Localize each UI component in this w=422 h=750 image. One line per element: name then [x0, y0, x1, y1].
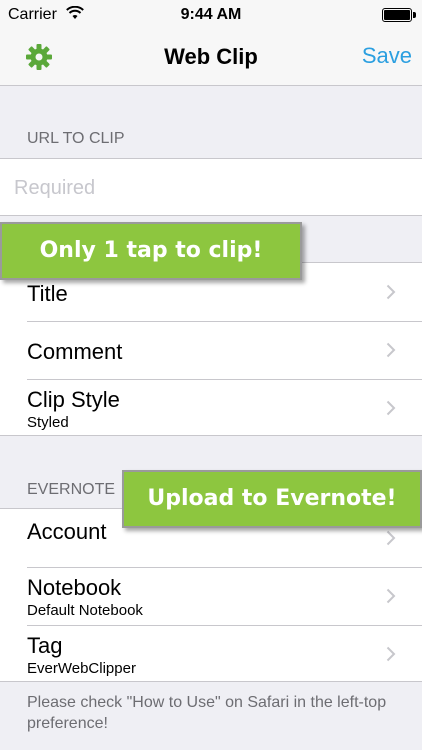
url-input[interactable] — [14, 173, 404, 203]
row-comment[interactable]: Comment — [0, 321, 422, 379]
chevron-right-icon — [386, 284, 396, 300]
row-clip-style-label: Clip Style — [27, 387, 120, 412]
row-title-label: Title — [27, 281, 68, 306]
chevron-right-icon — [386, 342, 396, 358]
footer-note: Please check "How to Use" on Safari in t… — [27, 694, 387, 732]
row-clip-style-detail: Styled — [27, 414, 69, 431]
row-notebook-detail: Default Notebook — [27, 602, 143, 619]
status-bar: Carrier 9:44 AM — [0, 0, 422, 30]
chevron-right-icon — [386, 400, 396, 416]
row-clip-style[interactable]: Clip Style Styled — [0, 379, 422, 437]
chevron-right-icon — [386, 530, 396, 546]
row-account-label: Account — [27, 519, 107, 544]
section-header-url: URL TO CLIP — [27, 130, 125, 147]
row-notebook-label: Notebook — [27, 575, 122, 600]
url-group — [0, 158, 422, 216]
row-notebook[interactable]: Notebook Default Notebook — [0, 567, 422, 625]
promo-banner-tap: Only 1 tap to clip! — [0, 222, 302, 280]
promo-banner-upload: Upload to Evernote! — [122, 470, 422, 528]
status-time: 9:44 AM — [180, 6, 242, 23]
evernote-group: Account Notebook Default Notebook Tag Ev… — [0, 508, 422, 682]
chevron-right-icon — [386, 588, 396, 604]
save-button[interactable]: Save — [362, 43, 412, 69]
row-tag-label: Tag — [27, 633, 63, 658]
nav-title: Web Clip — [164, 44, 258, 69]
battery-icon — [382, 8, 416, 22]
row-tag[interactable]: Tag EverWebClipper — [0, 625, 422, 683]
navigation-bar: Web Clip Save — [0, 30, 422, 86]
chevron-right-icon — [386, 646, 396, 662]
section-header-evernote: EVERNOTE — [27, 481, 116, 498]
details-group: Title Comment Clip Style Styled — [0, 262, 422, 436]
row-tag-detail: EverWebClipper — [27, 660, 136, 677]
row-comment-label: Comment — [27, 339, 123, 364]
